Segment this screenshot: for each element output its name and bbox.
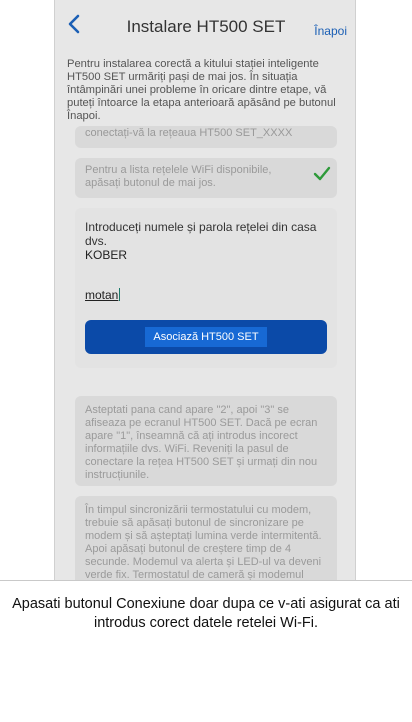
connect-step-text: conectați-vă la rețeaua HT500 SET_XXXX <box>85 127 293 139</box>
password-field[interactable]: motan <box>85 288 327 302</box>
intro-text: Pentru instalarea corectă a kitului staț… <box>67 58 336 122</box>
connect-step-card: conectați-vă la rețeaua HT500 SET_XXXX <box>75 126 337 148</box>
back-button[interactable]: Înapoi <box>314 24 347 38</box>
wifi-credentials-card: Introduceți numele și parola rețelei din… <box>75 208 337 368</box>
associate-button[interactable]: Asociază HT500 SET <box>85 320 327 354</box>
sync-step-card: În timpul sincronizării termostatului cu… <box>75 496 337 580</box>
wait-step-card: Asteptati pana cand apare "2", apoi "3" … <box>75 396 337 486</box>
checkmark-icon <box>313 166 331 181</box>
ssid-field[interactable]: KOBER <box>85 248 327 262</box>
phone-screen: Instalare HT500 SET Înapoi Pentru instal… <box>54 0 356 580</box>
top-bar: Instalare HT500 SET Înapoi <box>55 0 355 58</box>
text-cursor <box>119 288 121 301</box>
associate-button-label: Asociază HT500 SET <box>145 327 267 347</box>
page-title: Instalare HT500 SET <box>126 17 286 36</box>
page: Instalare HT500 SET Înapoi Pentru instal… <box>0 0 412 722</box>
wifi-list-step-text: Pentru a lista rețelele WiFi disponibile… <box>85 164 272 189</box>
wifi-list-step-card: Pentru a lista rețelele WiFi disponibile… <box>75 158 337 198</box>
password-value: motan <box>85 288 119 302</box>
caption: Apasati butonul Conexiune doar dupa ce v… <box>0 580 412 722</box>
sync-step-text: În timpul sincronizării termostatului cu… <box>85 504 322 580</box>
wait-step-text: Asteptati pana cand apare "2", apoi "3" … <box>85 404 318 481</box>
credentials-label: Introduceți numele și parola rețelei din… <box>85 220 317 248</box>
